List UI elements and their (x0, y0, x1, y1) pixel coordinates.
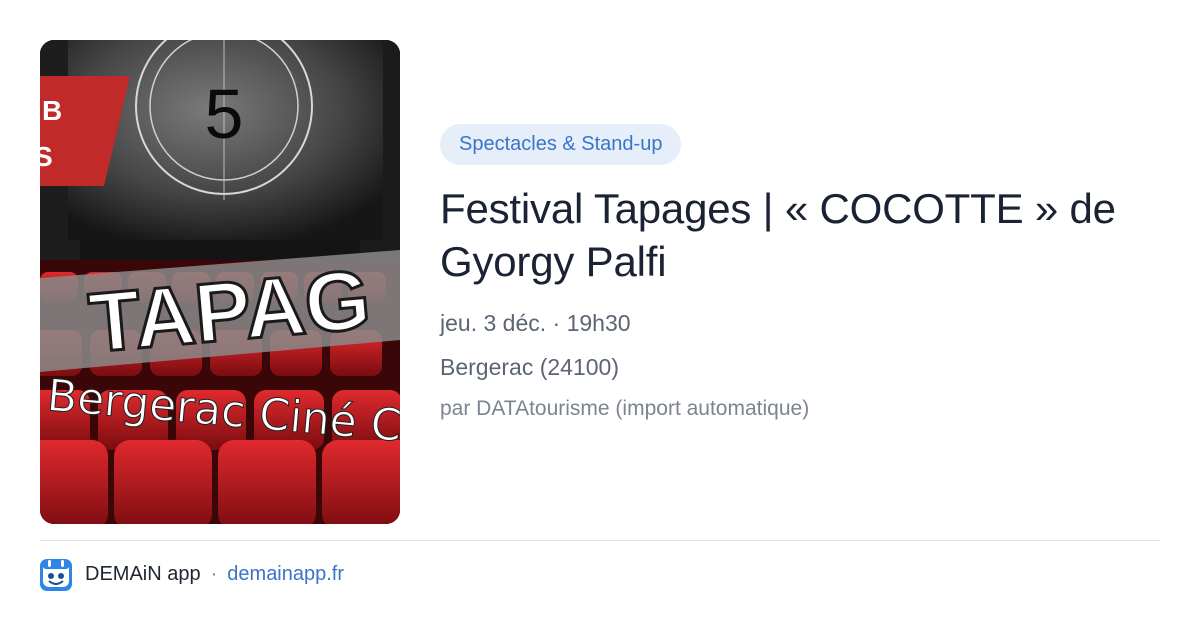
event-info: Spectacles & Stand-up Festival Tapages |… (440, 124, 1160, 424)
site-link[interactable]: demainapp.fr (227, 563, 344, 586)
footer-separator: · (210, 563, 218, 585)
event-poster-image: 5 B S TAPAG Bergerac Ciné C (40, 40, 400, 524)
event-title[interactable]: Festival Tapages | « COCOTTE » de Gyorgy… (440, 182, 1160, 288)
footer-divider (40, 540, 1160, 541)
event-source: par DATAtourisme (import automatique) (440, 397, 810, 420)
event-preview-card: 5 B S TAPAG Bergerac Ciné C Spectacles &… (0, 0, 1200, 630)
event-datetime: jeu. 3 déc. · 19h30 (440, 310, 631, 336)
category-badge[interactable]: Spectacles & Stand-up (440, 124, 682, 165)
footer: DEMAiN app · demainapp.fr (40, 558, 344, 591)
app-name: DEMAiN app (85, 563, 201, 585)
banner-letter-1: B (42, 95, 62, 126)
event-location: Bergerac (24100) (440, 354, 619, 380)
countdown-number: 5 (205, 75, 244, 153)
banner-letter-2: S (40, 141, 53, 172)
demain-app-icon (40, 558, 72, 591)
